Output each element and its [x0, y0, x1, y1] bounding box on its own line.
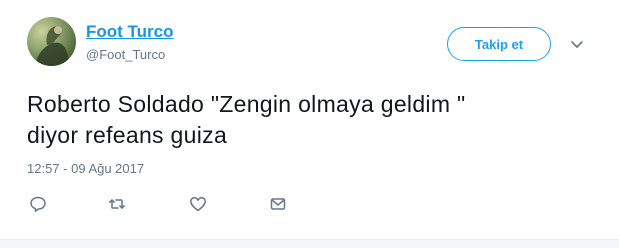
reply-icon[interactable]	[29, 195, 47, 213]
message-icon[interactable]	[269, 195, 287, 213]
avatar-image	[35, 25, 69, 66]
tweet-timestamp[interactable]: 12:57 - 09 Ağu 2017	[27, 161, 144, 176]
divider	[0, 239, 619, 248]
chevron-down-icon[interactable]	[570, 38, 584, 50]
avatar[interactable]	[27, 17, 76, 66]
tweet-text: Roberto Soldado "Zengin olmaya geldim " …	[27, 89, 587, 151]
tweet-text-line: Roberto Soldado "Zengin olmaya geldim "	[27, 91, 466, 117]
tweet-card: Foot Turco @Foot_Turco Takip et Roberto …	[0, 0, 619, 248]
retweet-icon[interactable]	[108, 195, 126, 213]
author-handle[interactable]: @Foot_Turco	[86, 47, 165, 62]
follow-button-label: Takip et	[474, 36, 524, 52]
follow-button[interactable]: Takip et	[447, 27, 551, 61]
tweet-text-line: diyor refeans guiza	[27, 122, 228, 148]
heart-icon[interactable]	[189, 195, 207, 213]
author-name[interactable]: Foot Turco	[86, 22, 174, 42]
